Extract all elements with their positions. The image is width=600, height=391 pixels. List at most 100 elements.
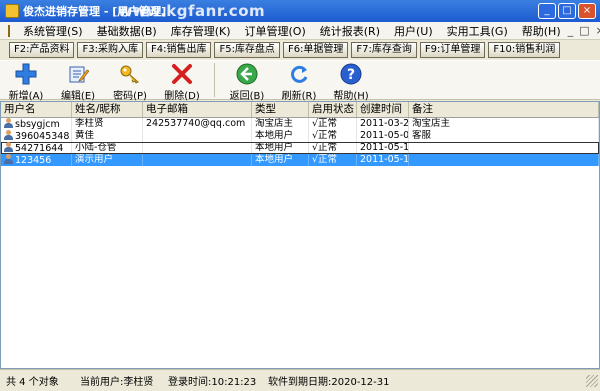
add-button[interactable]: 新增(A) — [0, 61, 52, 102]
fkey-stock-query-button[interactable]: F7:库存查询 — [351, 42, 417, 58]
refresh-label: 刷新(R) — [281, 91, 317, 102]
back-button[interactable]: 返回(B) — [221, 61, 273, 102]
resize-grip[interactable] — [586, 374, 598, 387]
fkey-products-button[interactable]: F2:产品资料 — [9, 42, 75, 58]
user-icon — [4, 154, 13, 164]
username-text: sbsygjcm — [15, 119, 60, 130]
cell-type: 本地用户 — [252, 130, 309, 142]
cell-email: 242537740@qq.com — [143, 118, 252, 130]
table-header: 用户名 姓名/昵称 电子邮箱 类型 启用状态 创建时间 备注 — [1, 102, 599, 118]
function-key-bar: F2:产品资料 F3:采购入库 F4:销售出库 F5:库存盘点 F6:单据管理 … — [0, 40, 600, 60]
column-header-email[interactable]: 电子邮箱 — [143, 102, 252, 117]
column-header-type[interactable]: 类型 — [252, 102, 309, 117]
cell-created: 2011-03-23 — [357, 118, 409, 130]
cell-remark: 客服 — [409, 130, 599, 142]
cell-created: 2011-05-09 — [357, 130, 409, 142]
cell-status: √正常 — [309, 130, 357, 142]
menu-tools[interactable]: 实用工具(G) — [440, 23, 515, 39]
menu-orders[interactable]: 订单管理(O) — [238, 23, 313, 39]
cell-username: 54271644 — [1, 142, 72, 154]
user-icon — [4, 130, 13, 140]
cell-type: 淘宝店主 — [252, 118, 309, 130]
username-text: 123456 — [15, 155, 52, 166]
back-label: 返回(B) — [229, 91, 265, 102]
edit-button[interactable]: 编辑(E) — [52, 61, 104, 102]
menubar: 系统管理(S) 基础数据(B) 库存管理(K) 订单管理(O) 统计报表(R) … — [0, 22, 600, 40]
menu-system[interactable]: 系统管理(S) — [16, 23, 90, 39]
cell-type: 本地用户 — [252, 154, 309, 166]
cell-status: √正常 — [309, 154, 357, 166]
child-close-button[interactable]: × — [596, 24, 600, 37]
cell-email — [143, 130, 252, 142]
password-label: 密码(P) — [113, 91, 147, 102]
username-text: 54271644 — [15, 143, 64, 154]
menu-basic-data[interactable]: 基础数据(B) — [90, 23, 164, 39]
delete-icon — [170, 63, 194, 85]
minimize-button[interactable]: _ — [538, 3, 556, 19]
fkey-sales-button[interactable]: F4:销售出库 — [145, 42, 212, 58]
table-row[interactable]: 396045348 黄佳 本地用户 √正常 2011-05-09 客服 — [1, 130, 599, 142]
column-header-remark[interactable]: 备注 — [409, 102, 599, 117]
statusbar: 共 4 个对象 当前用户:李柱贤 登录时间:10:21:23 软件到期日期:20… — [0, 369, 600, 391]
cell-status: √正常 — [309, 142, 357, 154]
fkey-orders-button[interactable]: F9:订单管理 — [419, 42, 486, 58]
delete-label: 删除(D) — [164, 91, 200, 102]
column-header-created[interactable]: 创建时间 — [357, 102, 409, 117]
cell-remark: 淘宝店主 — [409, 118, 599, 130]
user-icon — [4, 142, 13, 152]
fkey-profit-button[interactable]: F10:销售利润 — [488, 42, 561, 58]
child-minimize-button[interactable]: _ — [568, 24, 574, 37]
menu-help[interactable]: 帮助(H) — [515, 23, 568, 39]
fkey-documents-button[interactable]: F6:单据管理 — [282, 42, 349, 58]
cell-email — [143, 142, 252, 154]
document-icon — [8, 24, 10, 37]
child-restore-button[interactable]: □ — [579, 24, 589, 37]
password-button[interactable]: 密码(P) — [104, 61, 156, 102]
status-object-count: 共 4 个对象 — [6, 377, 59, 388]
help-button[interactable]: ? 帮助(H) — [325, 61, 377, 102]
column-header-username[interactable]: 用户名 — [1, 102, 72, 117]
menu-reports[interactable]: 统计报表(R) — [313, 23, 387, 39]
toolbar: 新增(A) 编辑(E) 密码(P) 删除(D) 返回(B) 刷新(R) ? 帮助… — [0, 60, 600, 102]
column-header-status[interactable]: 启用状态 — [309, 102, 357, 117]
cell-name: 黄佳 — [72, 130, 143, 142]
fkey-purchase-button[interactable]: F3:采购入库 — [77, 42, 143, 58]
cell-username: 396045348 — [1, 130, 72, 142]
add-label: 新增(A) — [8, 91, 44, 102]
svg-text:?: ? — [347, 67, 355, 83]
refresh-button[interactable]: 刷新(R) — [273, 61, 325, 102]
cell-status: √正常 — [309, 118, 357, 130]
edit-icon — [66, 63, 90, 85]
fkey-stocktake-button[interactable]: F5:库存盘点 — [214, 42, 280, 58]
cell-name: 小陆-仓管 — [72, 142, 143, 154]
cell-created: 2011-05-11 — [357, 154, 409, 166]
watermark: www.kgfanr.com — [118, 2, 266, 20]
toolbar-separator — [214, 63, 215, 97]
key-icon — [118, 63, 142, 85]
close-button[interactable]: × — [578, 3, 596, 19]
menu-user[interactable]: 用户(U) — [387, 23, 440, 39]
username-text: 396045348 — [15, 131, 70, 142]
user-table[interactable]: 用户名 姓名/昵称 电子邮箱 类型 启用状态 创建时间 备注 sbsygjcm … — [0, 101, 600, 369]
help-icon: ? — [339, 63, 363, 85]
user-icon — [4, 118, 13, 128]
help-label: 帮助(H) — [333, 91, 369, 102]
table-row[interactable]: 54271644 小陆-仓管 本地用户 √正常 2011-05-11 — [1, 142, 599, 154]
cell-remark — [409, 142, 599, 154]
add-icon — [14, 63, 38, 85]
maximize-button[interactable]: □ — [558, 3, 576, 19]
table-row[interactable]: sbsygjcm 李柱贤 242537740@qq.com 淘宝店主 √正常 2… — [1, 118, 599, 130]
column-header-name[interactable]: 姓名/昵称 — [72, 102, 143, 117]
edit-label: 编辑(E) — [60, 91, 96, 102]
status-login-time: 登录时间:10:21:23 — [168, 377, 257, 388]
delete-button[interactable]: 删除(D) — [156, 61, 208, 102]
cell-type: 本地用户 — [252, 142, 309, 154]
table-row-selected[interactable]: 123456 演示用户 本地用户 √正常 2011-05-11 — [1, 154, 599, 166]
menu-inventory[interactable]: 库存管理(K) — [164, 23, 238, 39]
cell-created: 2011-05-11 — [357, 142, 409, 154]
window-controls: _ □ × — [538, 3, 596, 19]
back-icon — [235, 63, 259, 85]
status-expire-date: 软件到期日期:2020-12-31 — [268, 377, 390, 388]
cell-remark — [409, 154, 599, 166]
cell-name: 演示用户 — [72, 154, 143, 166]
